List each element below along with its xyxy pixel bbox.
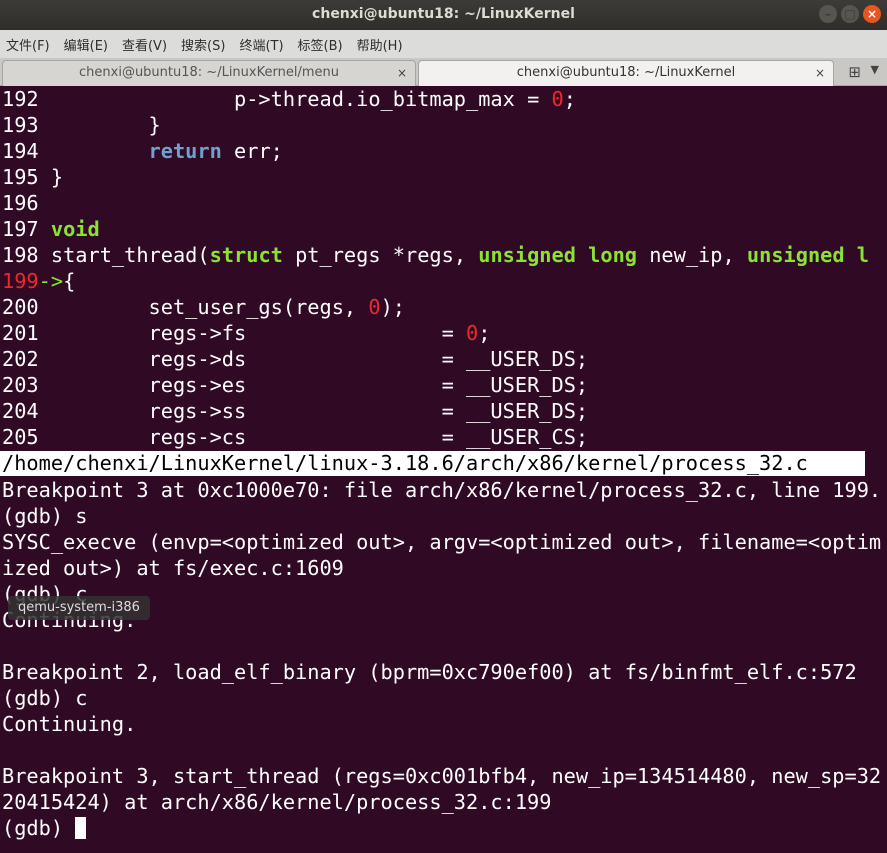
maximize-icon[interactable]: □ xyxy=(841,5,859,23)
gdb-output-line: (gdb) c xyxy=(2,686,88,710)
gdb-prompt-line[interactable]: (gdb) xyxy=(2,815,87,841)
source-line: 202 regs->ds = __USER_DS; xyxy=(2,347,589,371)
source-line: 195 } xyxy=(2,165,64,189)
source-line: 196 xyxy=(2,191,39,215)
window-controls: – □ × xyxy=(819,5,881,23)
menu-bar: 文件(F) 编辑(E) 查看(V) 搜索(S) 终端(T) 标签(B) 帮助(H… xyxy=(0,30,887,58)
close-icon[interactable]: × xyxy=(863,5,881,23)
window-title: chenxi@ubuntu18: ~/LinuxKernel xyxy=(312,6,575,22)
minimize-icon[interactable]: – xyxy=(819,5,837,23)
source-line: 194 return err; xyxy=(2,139,283,163)
taskbar-tooltip: qemu-system-i386 xyxy=(8,596,150,620)
source-line: 198 start_thread(struct pt_regs *regs, u… xyxy=(2,243,870,267)
window-titlebar[interactable]: chenxi@ubuntu18: ~/LinuxKernel – □ × xyxy=(0,0,887,30)
gdb-output-line: Breakpoint 3, start_thread (regs=0xc001b… xyxy=(2,764,882,788)
source-line: 201 regs->fs = 0; xyxy=(2,321,491,345)
gdb-output-line: Continuing. xyxy=(2,712,137,736)
text-cursor xyxy=(75,817,87,839)
current-source-line: 199->{ xyxy=(2,269,76,293)
terminal-view[interactable]: 192 p->thread.io_bitmap_max = 0; 193 } 1… xyxy=(0,86,887,853)
source-line: 197 void xyxy=(2,217,100,241)
source-line: 193 } xyxy=(2,113,161,137)
menu-terminal[interactable]: 终端(T) xyxy=(239,35,283,54)
gdb-output-line: SYSC_execve (envp=<optimized out>, argv=… xyxy=(2,530,882,554)
source-line: 205 regs->cs = __USER_CS; xyxy=(2,425,589,449)
tab-label: chenxi@ubuntu18: ~/LinuxKernel/menu xyxy=(79,65,339,80)
gdb-output-line: Breakpoint 3 at 0xc1000e70: file arch/x8… xyxy=(2,478,882,502)
menu-view[interactable]: 查看(V) xyxy=(122,35,167,54)
source-line: 204 regs->ss = __USER_DS; xyxy=(2,399,589,423)
gdb-output-line: 20415424) at arch/x86/kernel/process_32.… xyxy=(2,790,552,814)
source-path-bar: /home/chenxi/LinuxKernel/linux-3.18.6/ar… xyxy=(0,451,865,476)
gdb-output-line: ized out>) at fs/exec.c:1609 xyxy=(2,556,344,580)
tab-menu-icon[interactable]: ▼ xyxy=(871,63,879,76)
source-line: 192 p->thread.io_bitmap_max = 0; xyxy=(2,87,576,111)
menu-search[interactable]: 搜索(S) xyxy=(181,35,225,54)
current-line-arrow: -> xyxy=(38,269,64,293)
tab-label: chenxi@ubuntu18: ~/LinuxKernel xyxy=(516,65,736,80)
tab-linuxkernel[interactable]: chenxi@ubuntu18: ~/LinuxKernel × xyxy=(418,60,834,86)
new-tab-icon[interactable]: ⊞ xyxy=(848,63,861,81)
gdb-prompt: (gdb) xyxy=(2,816,76,840)
menu-edit[interactable]: 编辑(E) xyxy=(64,35,108,54)
gdb-output-line: Breakpoint 2, load_elf_binary (bprm=0xc7… xyxy=(2,660,857,684)
menu-file[interactable]: 文件(F) xyxy=(6,35,50,54)
source-line: 203 regs->es = __USER_DS; xyxy=(2,373,589,397)
tab-close-icon[interactable]: × xyxy=(397,61,407,85)
menu-tabs[interactable]: 标签(B) xyxy=(298,35,343,54)
menu-help[interactable]: 帮助(H) xyxy=(357,35,403,54)
tab-bar: chenxi@ubuntu18: ~/LinuxKernel/menu × ch… xyxy=(0,58,887,86)
gdb-output-line: (gdb) s xyxy=(2,504,88,528)
tab-menu[interactable]: chenxi@ubuntu18: ~/LinuxKernel/menu × xyxy=(2,60,416,86)
tab-close-icon[interactable]: × xyxy=(815,61,825,85)
source-line: 200 set_user_gs(regs, 0); xyxy=(2,295,405,319)
